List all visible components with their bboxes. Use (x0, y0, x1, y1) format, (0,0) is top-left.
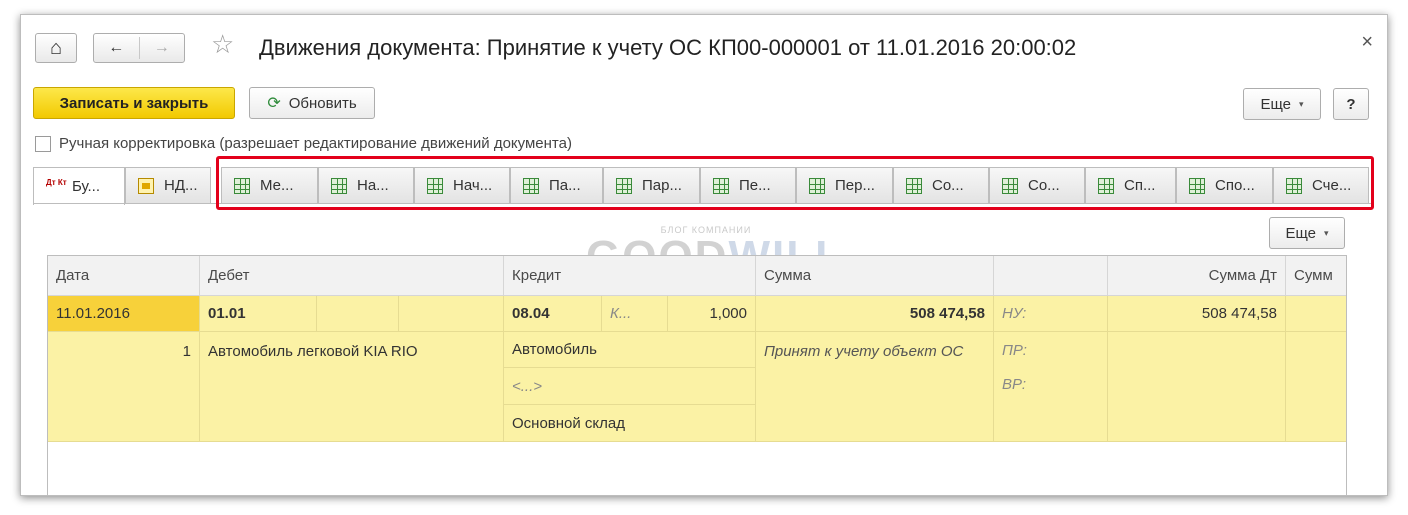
tab-nds[interactable]: НД... (125, 167, 211, 203)
register-icon (331, 177, 347, 194)
close-icon[interactable]: × (1361, 31, 1373, 54)
tab-label: Ме... (260, 177, 294, 194)
tab-register-13[interactable]: Спо... (1176, 167, 1273, 203)
cell-pr-label: ПР: (994, 332, 1108, 368)
cell-sum-kt-nu[interactable] (1286, 296, 1346, 332)
tab-label: Па... (549, 177, 581, 194)
cell-debit-account[interactable]: 01.01 (200, 296, 317, 332)
tab-register-9[interactable]: Пер... (796, 167, 893, 203)
header-sum-kt[interactable]: Сумм (1286, 256, 1346, 296)
tab-content-border (33, 203, 1373, 204)
tab-label: Спо... (1215, 177, 1255, 194)
cell-debit-empty-1[interactable] (317, 296, 399, 332)
home-icon: ⌂ (49, 36, 63, 59)
header-debit[interactable]: Дебет (200, 256, 504, 296)
cell-content[interactable]: Принят к учету объект ОС (756, 332, 994, 442)
header-credit[interactable]: Кредит (504, 256, 756, 296)
manual-edit-checkbox[interactable] (35, 135, 51, 152)
register-icon (234, 177, 250, 194)
register-icon (906, 177, 922, 194)
refresh-button[interactable]: ⟳ Обновить (249, 87, 375, 119)
grid-more-button[interactable]: Еще ▾ (1269, 217, 1345, 249)
tab-label: Со... (932, 177, 964, 194)
document-movements-window: ⌂ ← → ☆ Движения документа: Принятие к у… (20, 14, 1388, 496)
chevron-down-icon: ▾ (1324, 227, 1329, 238)
tab-label: НД... (164, 177, 198, 194)
tab-register-4[interactable]: На... (318, 167, 414, 203)
tab-label: Пер... (835, 177, 875, 194)
header-sum[interactable]: Сумма (756, 256, 994, 296)
help-button[interactable]: ? (1333, 88, 1369, 120)
watermark-top: БЛОГ КОМПАНИИ (660, 225, 752, 235)
cell-nu-label: НУ: (994, 296, 1108, 332)
tab-register-6[interactable]: Па... (510, 167, 603, 203)
register-tabs: Дт Кт Бу... НД... Ме... На... Нач... Па.… (33, 167, 1373, 205)
tab-register-12[interactable]: Сп... (1085, 167, 1176, 203)
cell-sum-dt-nu[interactable]: 508 474,58 (1108, 296, 1286, 332)
tab-label: Пар... (642, 177, 682, 194)
tab-label: Пе... (739, 177, 771, 194)
cell-credit-qty-label[interactable]: К... (602, 296, 668, 332)
title-bar: ⌂ ← → ☆ Движения документа: Принятие к у… (21, 15, 1387, 75)
tab-register-14[interactable]: Сче... (1273, 167, 1369, 203)
dt-kt-icon: Дт Кт (46, 177, 67, 187)
star-icon[interactable]: ☆ (211, 29, 234, 60)
register-icon (1002, 177, 1018, 194)
register-icon (809, 177, 825, 194)
register-icon (1098, 177, 1114, 194)
back-forward-group: ← → (93, 33, 185, 63)
manual-edit-label[interactable]: Ручная корректировка (разрешает редактир… (59, 135, 572, 152)
tab-register-3[interactable]: Ме... (221, 167, 318, 203)
more-label: Еще (1260, 95, 1291, 113)
tab-label: Нач... (453, 177, 493, 194)
tab-label: Со... (1028, 177, 1060, 194)
cell-line-number[interactable]: 1 (48, 332, 200, 442)
tab-register-10[interactable]: Со... (893, 167, 989, 203)
movements-table: Дата Дебет Кредит Сумма Сумма Дт Сумм 11… (47, 255, 1347, 495)
tab-register-8[interactable]: Пе... (700, 167, 796, 203)
tab-register-7[interactable]: Пар... (603, 167, 700, 203)
cell-credit-subconto-3[interactable]: Основной склад (504, 405, 756, 442)
refresh-label: Обновить (288, 94, 357, 112)
home-button[interactable]: ⌂ (35, 33, 77, 63)
header-date[interactable]: Дата (48, 256, 200, 296)
cell-debit-empty-2[interactable] (399, 296, 504, 332)
tab-label: Сп... (1124, 177, 1156, 194)
tab-label: Бу... (72, 178, 101, 195)
tab-register-11[interactable]: Со... (989, 167, 1085, 203)
arrow-left-icon[interactable]: ← (94, 34, 139, 62)
register-icon (713, 177, 729, 194)
cell-credit-qty[interactable]: 1,000 (668, 296, 756, 332)
nds-register-icon (138, 177, 154, 194)
register-icon (616, 177, 632, 194)
tab-label: На... (357, 177, 389, 194)
register-icon (1286, 177, 1302, 194)
tab-register-5[interactable]: Нач... (414, 167, 510, 203)
cell-vr-label: ВР: (994, 368, 1108, 442)
cell-sum[interactable]: 508 474,58 (756, 296, 994, 332)
manual-edit-option: Ручная корректировка (разрешает редактир… (35, 135, 572, 152)
tab-accounting[interactable]: Дт Кт Бу... (33, 167, 125, 205)
register-icon (523, 177, 539, 194)
cell-credit-account[interactable]: 08.04 (504, 296, 602, 332)
cell-sum-kt-pr-vr[interactable] (1286, 332, 1346, 442)
cell-credit-subconto-2[interactable]: <...> (504, 368, 756, 405)
cell-debit-subconto[interactable]: Автомобиль легковой KIA RIO (200, 332, 504, 442)
arrow-right-icon[interactable]: → (140, 34, 185, 62)
register-icon (1189, 177, 1205, 194)
refresh-icon: ⟳ (267, 95, 281, 112)
register-icon (427, 177, 443, 194)
header-sum-dt[interactable]: Сумма Дт (1108, 256, 1286, 296)
chevron-down-icon: ▾ (1299, 98, 1304, 109)
cell-date[interactable]: 11.01.2016 (48, 296, 200, 332)
more-menu-button[interactable]: Еще ▾ (1243, 88, 1321, 120)
cell-credit-subconto-1[interactable]: Автомобиль (504, 332, 756, 368)
cell-sum-dt-pr-vr[interactable] (1108, 332, 1286, 442)
more-label: Еще (1285, 224, 1316, 242)
window-title: Движения документа: Принятие к учету ОС … (259, 35, 1077, 60)
header-blank[interactable] (994, 256, 1108, 296)
tab-label: Сче... (1312, 177, 1352, 194)
save-and-close-button[interactable]: Записать и закрыть (33, 87, 235, 119)
